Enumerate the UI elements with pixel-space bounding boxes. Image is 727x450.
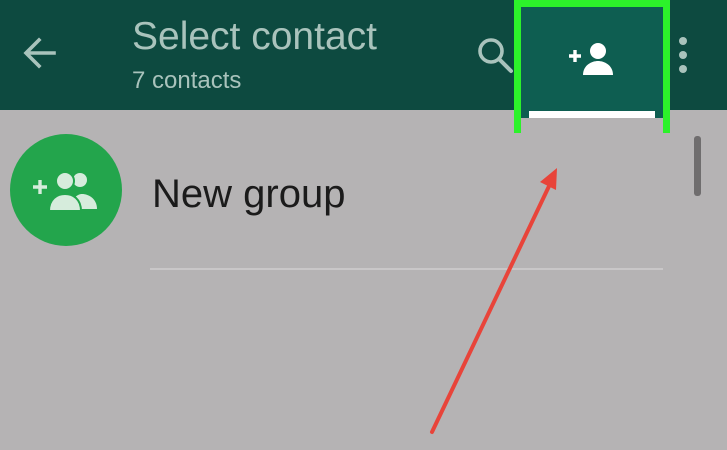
- add-contact-highlight: [514, 0, 670, 133]
- avatar: [10, 134, 122, 246]
- search-icon: [478, 38, 513, 73]
- scrollbar[interactable]: [694, 136, 701, 196]
- screen: Select contact 7 contacts New group: [0, 0, 727, 450]
- app-bar: Select contact 7 contacts: [0, 0, 727, 133]
- back-button[interactable]: [14, 25, 66, 81]
- selected-indicator: [529, 111, 655, 118]
- page-title: Select contact: [132, 15, 377, 58]
- divider: [150, 268, 663, 270]
- more-options-button[interactable]: [668, 28, 698, 82]
- list-item-new-group[interactable]: New group: [0, 128, 690, 268]
- arrow-left-icon: [23, 37, 56, 69]
- list-item-label: New group: [152, 172, 346, 216]
- group-add-icon: [33, 171, 97, 212]
- add-contact-button[interactable]: [521, 7, 663, 111]
- title-block: Select contact 7 contacts: [132, 14, 377, 96]
- person-add-icon: [569, 43, 613, 75]
- contact-count: 7 contacts: [132, 67, 242, 94]
- more-vert-icon: [679, 37, 687, 73]
